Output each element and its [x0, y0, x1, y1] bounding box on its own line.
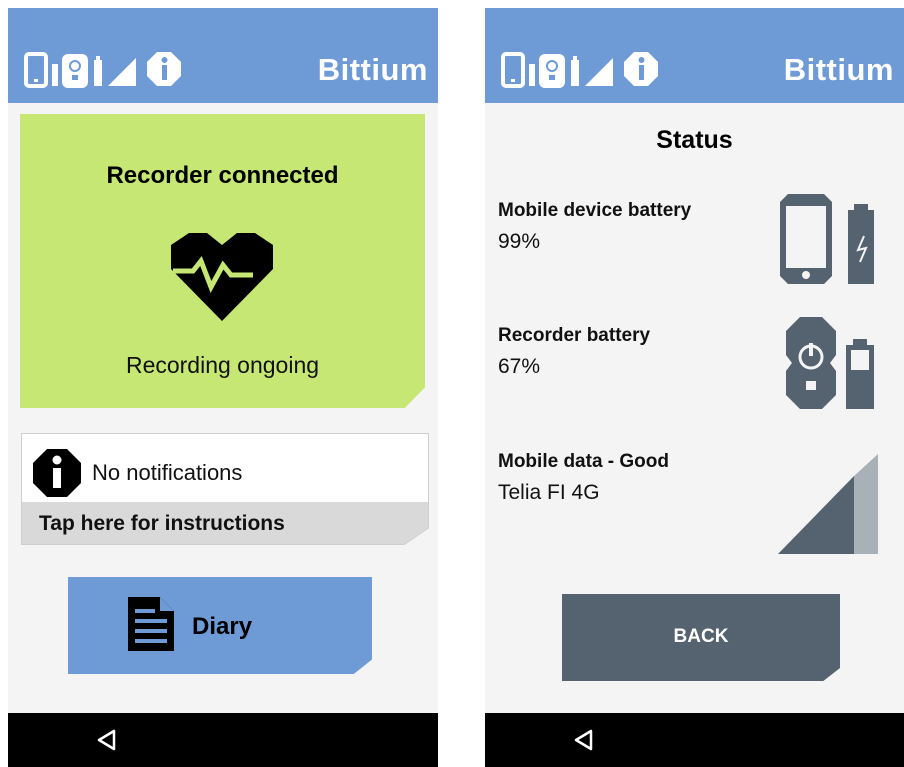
signal-icon — [108, 58, 136, 86]
status-screen: Bittium Status Mobile device battery 99%… — [485, 8, 904, 767]
diary-label: Diary — [192, 613, 253, 640]
phone-icon — [501, 52, 525, 88]
recording-status: Recording ongoing — [125, 352, 320, 378]
recorder-battery-label: Recorder battery — [498, 325, 651, 346]
notifications-card[interactable]: No notifications Tap here for instructio… — [21, 433, 429, 545]
signal-strength-icon — [778, 454, 880, 561]
phone-battery-icon — [780, 194, 880, 291]
recorder-status-card[interactable]: Recorder connected Recording ongoing — [20, 114, 425, 408]
brand-logo: Bittium — [317, 52, 428, 87]
info-icon — [32, 448, 82, 503]
recorder-icon — [529, 54, 565, 88]
signal-icon — [585, 58, 613, 86]
info-icon[interactable] — [624, 52, 658, 86]
back-triangle-icon[interactable] — [573, 729, 595, 756]
top-bar: Bittium — [485, 8, 904, 103]
phone-battery-value: 99% — [498, 230, 541, 253]
diary-button[interactable]: Diary — [68, 577, 372, 674]
mobile-data-label: Mobile data - Good — [498, 451, 669, 472]
status-icons — [24, 50, 194, 90]
notifications-text: No notifications — [92, 460, 243, 485]
navigation-bar — [485, 713, 904, 767]
back-triangle-icon[interactable] — [96, 729, 118, 756]
phone-battery-label: Mobile device battery — [498, 200, 692, 221]
heart-ecg-icon — [167, 231, 277, 328]
battery-icon — [94, 56, 102, 86]
recorder-battery-icon — [782, 317, 882, 416]
instructions-link[interactable]: Tap here for instructions — [39, 512, 285, 536]
battery-icon — [571, 56, 579, 86]
brand-logo: Bittium — [783, 52, 894, 87]
back-button-label: BACK — [673, 626, 729, 647]
phone-icon — [24, 52, 48, 88]
navigation-bar — [8, 713, 438, 767]
home-screen: Bittium Recorder connected Recording ong… — [8, 8, 438, 767]
info-icon[interactable] — [147, 52, 181, 86]
top-bar: Bittium — [8, 8, 438, 103]
status-icons — [501, 50, 671, 90]
document-icon — [126, 595, 176, 658]
back-button[interactable]: BACK — [562, 594, 840, 681]
recorder-title: Recorder connected — [106, 162, 339, 189]
recorder-battery-value: 67% — [498, 355, 541, 378]
recorder-icon — [52, 54, 88, 88]
mobile-data-value: Telia FI 4G — [498, 481, 600, 504]
page-title: Status — [656, 126, 733, 154]
